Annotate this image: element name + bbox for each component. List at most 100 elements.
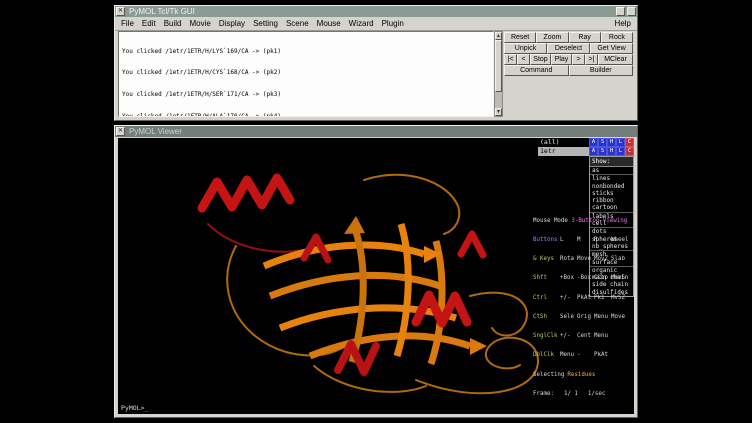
matrix-row: DblClk Menu - PkAt — [533, 352, 633, 358]
command-button[interactable]: Command — [504, 65, 569, 76]
movie-first-button[interactable]: |< — [504, 54, 517, 65]
beta-sheets — [264, 216, 487, 364]
menu-setting[interactable]: Setting — [249, 19, 282, 28]
zoom-button[interactable]: Zoom — [536, 32, 568, 43]
selecting-mode-button[interactable]: Residues — [567, 372, 595, 378]
console-scrollbar[interactable]: ▲ ▼ — [494, 31, 503, 117]
show-menu-item-nonbonded[interactable]: nonbonded — [590, 183, 633, 190]
frame-line: Frame: 1/ 1 1/sec — [533, 391, 633, 397]
movie-last-button[interactable]: >| — [585, 54, 598, 65]
mouse-mode-line[interactable]: Mouse Mode 3-Button Viewing — [533, 218, 633, 224]
mouse-mode-value: 3-Button Viewing — [571, 218, 627, 224]
show-button-s[interactable]: S — [598, 147, 607, 156]
movie-stop-button[interactable]: Stop — [530, 54, 551, 65]
window-maximize-icon[interactable] — [627, 7, 636, 16]
window-close-icon[interactable]: ✕ — [116, 127, 125, 136]
matrix-cell: Menu — [594, 314, 611, 320]
matrix-cell: Move — [611, 314, 628, 320]
scroll-up-icon[interactable]: ▲ — [495, 32, 502, 40]
console-line: You clicked /1etr/1ETR/H/CYS`168/CA -> (… — [122, 69, 493, 76]
movie-prev-button[interactable]: < — [517, 54, 530, 65]
show-menu-item-ribbon[interactable]: ribbon — [590, 197, 633, 204]
show-menu-item-lines[interactable]: lines — [590, 175, 633, 182]
control-button-panel: Reset Zoom Ray Rock Unpick Deselect Get … — [503, 31, 634, 117]
rock-button[interactable]: Rock — [601, 32, 633, 43]
matrix-cell: Menu — [594, 333, 611, 339]
movie-next-button[interactable]: > — [572, 54, 585, 65]
matrix-cell: - — [577, 352, 594, 358]
color-button-c[interactable]: C — [625, 138, 634, 147]
object-row-1etr[interactable]: 1etr A S H L C — [538, 147, 634, 156]
object-panel: (all) A S H L C 1etr A S H L C — [538, 138, 634, 156]
matrix-row-label: CtSh — [533, 314, 560, 320]
matrix-row-label: SnglClk — [533, 333, 560, 339]
builder-button[interactable]: Builder — [569, 65, 634, 76]
hide-button-h[interactable]: H — [607, 138, 616, 147]
object-label[interactable]: 1etr — [538, 147, 589, 156]
selecting-label: Selecting — [533, 372, 564, 378]
get-view-button[interactable]: Get View — [590, 43, 633, 54]
menu-plugin[interactable]: Plugin — [378, 19, 408, 28]
object-actions: A S H L C — [589, 138, 634, 147]
matrix-row-label: DblClk — [533, 352, 560, 358]
matrix-cell: Pk1 — [594, 295, 611, 301]
button-row: Command Builder — [504, 65, 633, 76]
window-close-icon[interactable]: ✕ — [116, 7, 125, 16]
menu-wizard[interactable]: Wizard — [345, 19, 378, 28]
color-button-c[interactable]: C — [625, 147, 634, 156]
menu-movie[interactable]: Movie — [185, 19, 214, 28]
object-actions: A S H L C — [589, 147, 634, 156]
window-title: PyMOL Tcl/Tk GUI — [129, 6, 195, 17]
button-row: Reset Zoom Ray Rock — [504, 32, 633, 43]
pymol-command-prompt[interactable]: PyMOL>_ — [121, 404, 148, 412]
menu-build[interactable]: Build — [160, 19, 186, 28]
matrix-cell: MovZ — [594, 256, 611, 262]
window-minimize-icon[interactable] — [616, 7, 625, 16]
menu-mouse[interactable]: Mouse — [313, 19, 345, 28]
mclear-button[interactable]: MClear — [598, 54, 633, 65]
scrollbar-trough[interactable] — [495, 92, 502, 108]
object-row-all[interactable]: (all) A S H L C — [538, 138, 634, 147]
deselect-button[interactable]: Deselect — [547, 43, 590, 54]
menu-scene[interactable]: Scene — [282, 19, 313, 28]
matrix-row-label: Shft — [533, 275, 560, 281]
action-button-a[interactable]: A — [589, 138, 598, 147]
action-button-a[interactable]: A — [589, 147, 598, 156]
matrix-cell: L — [560, 237, 577, 243]
frame-spacer — [578, 391, 588, 397]
tcltk-content: You clicked /1etr/1ETR/H/LYS`169/CA -> (… — [118, 31, 634, 117]
tcltk-titlebar[interactable]: ✕ PyMOL Tcl/Tk GUI — [115, 6, 637, 17]
matrix-row: SnglClk +/- Cent Menu — [533, 333, 633, 339]
show-button-s[interactable]: S — [598, 138, 607, 147]
menu-edit[interactable]: Edit — [138, 19, 160, 28]
output-console[interactable]: You clicked /1etr/1ETR/H/LYS`169/CA -> (… — [118, 31, 494, 117]
ray-button[interactable]: Ray — [569, 32, 601, 43]
object-label[interactable]: (all) — [538, 138, 589, 147]
show-menu-item-as[interactable]: as — [590, 167, 633, 175]
scrollbar-thumb[interactable] — [495, 40, 502, 92]
viewer-viewport[interactable]: (all) A S H L C 1etr A S H L C — [118, 138, 634, 414]
viewer-title: PyMOL Viewer — [129, 126, 182, 137]
menu-file[interactable]: File — [117, 19, 138, 28]
matrix-cell — [611, 333, 628, 339]
matrix-row: Ctrl +/- PkAt Pk1 MvSZ — [533, 295, 633, 301]
viewer-titlebar[interactable]: ✕ PyMOL Viewer — [115, 126, 637, 137]
menu-display[interactable]: Display — [215, 19, 249, 28]
movie-play-button[interactable]: Play — [551, 54, 572, 65]
mouse-mode-label: Mouse Mode — [533, 218, 568, 224]
matrix-cell: MvSZ — [611, 295, 628, 301]
frame-label: Frame: — [533, 391, 554, 397]
unpick-button[interactable]: Unpick — [504, 43, 547, 54]
label-button-l[interactable]: L — [616, 147, 625, 156]
matrix-cell: -Box — [577, 275, 594, 281]
console-line: You clicked /1etr/1ETR/H/ALA`170/CA -> (… — [122, 113, 493, 117]
scroll-down-icon[interactable]: ▼ — [495, 108, 502, 116]
label-button-l[interactable]: L — [616, 138, 625, 147]
hide-button-h[interactable]: H — [607, 147, 616, 156]
matrix-row: CtSh Sele Orig Menu Move — [533, 314, 633, 320]
reset-button[interactable]: Reset — [504, 32, 536, 43]
matrix-row: Shft +Box -Box Clip MovS — [533, 275, 633, 281]
menu-help[interactable]: Help — [611, 19, 635, 28]
console-line: You clicked /1etr/1ETR/H/SER`171/CA -> (… — [122, 91, 493, 98]
show-menu-item-sticks[interactable]: sticks — [590, 190, 633, 197]
